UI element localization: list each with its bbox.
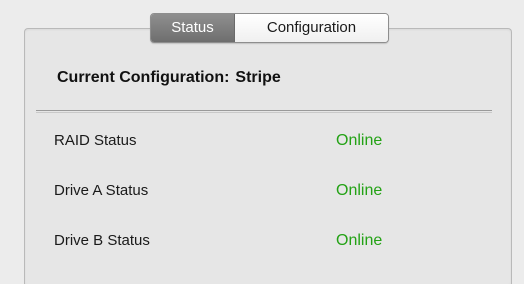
status-row-value: Online: [336, 132, 383, 149]
status-row-raid: RAID Status Online: [54, 132, 494, 152]
status-panel: Current Configuration: Stripe RAID Status…: [24, 28, 512, 284]
status-row-label: Drive A Status: [54, 182, 149, 199]
tab-configuration[interactable]: Configuration: [235, 14, 388, 42]
status-row-label: RAID Status: [54, 132, 137, 149]
status-row-drive-b: Drive B Status Online: [54, 232, 494, 252]
current-configuration: Current Configuration: Stripe: [57, 69, 281, 87]
status-row-label: Drive B Status: [54, 232, 150, 249]
current-configuration-label: Current Configuration:: [57, 69, 230, 86]
status-row-value: Online: [336, 182, 383, 199]
tab-status[interactable]: Status: [151, 14, 235, 42]
raid-status-window: Status Configuration Current Configurati…: [0, 0, 524, 284]
status-row-value: Online: [336, 232, 383, 249]
status-row-drive-a: Drive A Status Online: [54, 182, 494, 202]
current-configuration-value: Stripe: [235, 69, 281, 86]
divider: [36, 110, 492, 113]
tab-bar: Status Configuration: [150, 13, 389, 43]
